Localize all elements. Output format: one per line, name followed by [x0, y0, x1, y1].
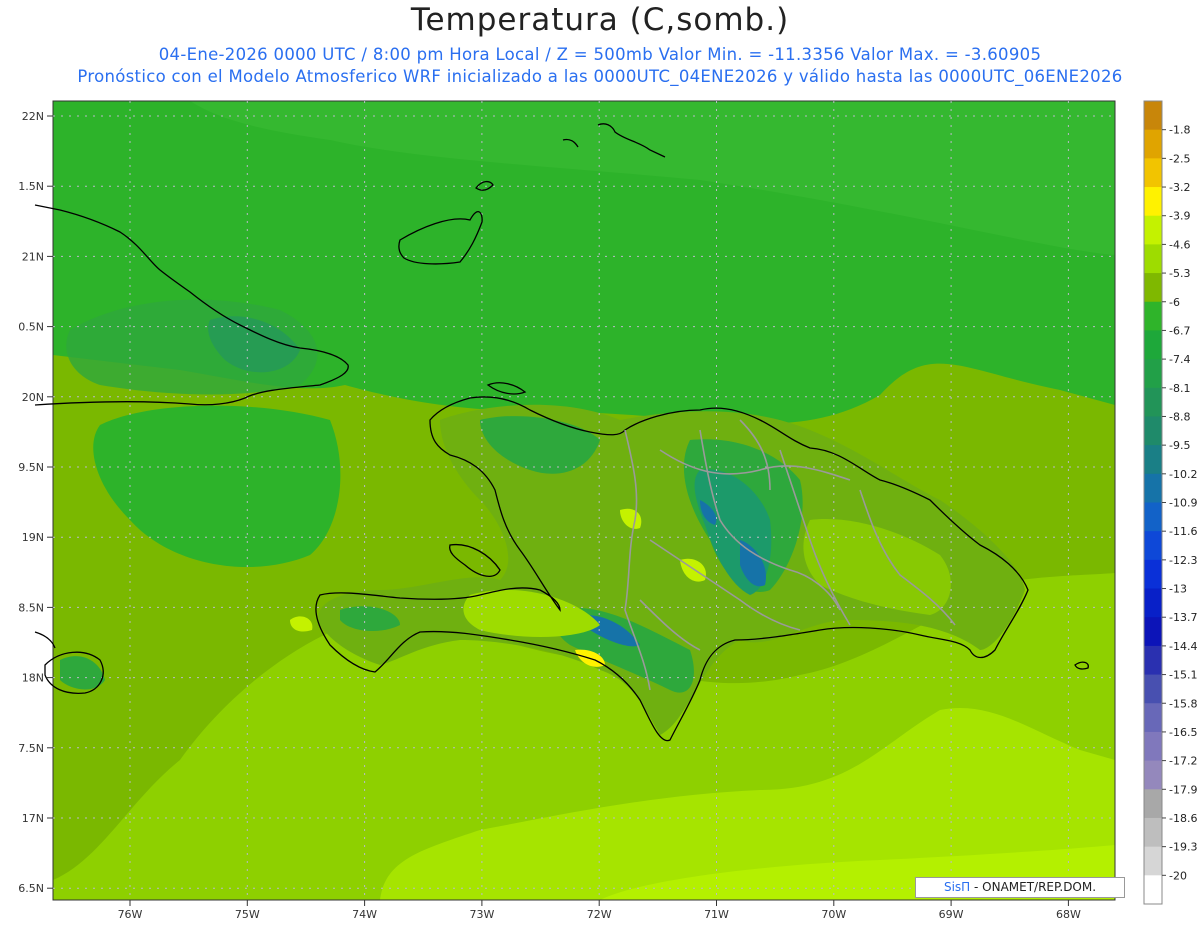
colorbar-label: -9.5 [1169, 439, 1190, 452]
colorbar-label: -8.8 [1169, 410, 1190, 423]
credit-text: - ONAMET/REP.DOM. [970, 880, 1097, 894]
colorbar-segment [1144, 645, 1162, 676]
latitude-axis: 22N 1.5N 21N 0.5N 20N 9.5N 19N 8.5N 18N 7.5N 17N 6.… [18, 110, 53, 895]
colorbar-label: -13.7 [1169, 611, 1197, 624]
colorbar-segment [1144, 875, 1162, 905]
colorbar-label: -2.5 [1169, 152, 1190, 165]
lat-tick-label: 20N [22, 391, 44, 404]
colorbar-segment [1144, 301, 1162, 331]
colorbar-segment [1144, 416, 1162, 446]
lat-tick-label: 17N [22, 812, 44, 825]
lon-tick-label: 75W [235, 908, 260, 921]
lat-tick-label: 22N [22, 110, 44, 123]
colorbar-label: -5.3 [1169, 267, 1190, 280]
colorbar-label: -20 [1169, 869, 1187, 882]
colorbar-label: -15.1 [1169, 669, 1197, 682]
colorbar-label: -11.6 [1169, 525, 1197, 538]
lon-tick-label: 68W [1056, 908, 1081, 921]
colorbar-segment [1144, 846, 1162, 876]
colorbar-segment [1144, 789, 1162, 819]
colorbar-segment [1144, 273, 1162, 303]
temperature-map: 22N 1.5N 21N 0.5N 20N 9.5N 19N 8.5N 18N 7.5N 17N 6.… [18, 100, 1197, 921]
colorbar-segment [1144, 129, 1162, 159]
colorbar-label: -6 [1169, 296, 1180, 309]
colorbar-segment [1144, 187, 1162, 217]
lon-tick-label: 73W [469, 908, 494, 921]
colorbar-segment [1144, 559, 1162, 590]
colorbar-label: -6.7 [1169, 324, 1190, 337]
colorbar-segment [1144, 473, 1162, 503]
sispi-logo: SisΠ [943, 880, 971, 894]
colorbar-segment [1144, 502, 1162, 532]
colorbar-label: -10.9 [1169, 497, 1197, 510]
lon-tick-label: 70W [821, 908, 846, 921]
lat-tick-label: 19N [22, 531, 44, 544]
lat-tick-label: 1.5N [18, 180, 44, 193]
colorbar-segment [1144, 588, 1162, 618]
colorbar-legend: -1.8 -2.5 -3.2 -3.9 -4.6 -5.3 -6 -6.7 -7.4 -8.1 -8… [1143, 100, 1197, 905]
colorbar-label: -1.8 [1169, 124, 1190, 137]
colorbar-segment [1144, 760, 1162, 790]
lon-tick-label: 71W [704, 908, 729, 921]
colorbar-label: -4.6 [1169, 238, 1190, 251]
colorbar-segment [1144, 445, 1162, 475]
colorbar-label: -3.9 [1169, 210, 1190, 223]
colorbar-label: -17.9 [1169, 783, 1197, 796]
colorbar-label: -15.8 [1169, 697, 1197, 710]
lat-tick-label: 9.5N [18, 461, 44, 474]
colorbar-label: -17.2 [1169, 755, 1197, 768]
colorbar-segment [1144, 387, 1162, 417]
lon-tick-label: 76W [118, 908, 143, 921]
colorbar-label: -19.3 [1169, 841, 1197, 854]
colorbar-segment [1144, 531, 1162, 561]
longitude-axis: 76W 75W 74W 73W 72W 71W 70W 69W 68W [118, 900, 1081, 921]
colorbar-segment [1144, 703, 1162, 733]
lat-tick-label: 21N [22, 250, 44, 263]
colorbar-label: -18.6 [1169, 812, 1197, 825]
lat-tick-label: 8.5N [18, 601, 44, 614]
lat-tick-label: 0.5N [18, 321, 44, 334]
colorbar-segment [1144, 674, 1162, 704]
colorbar-label: -14.4 [1169, 640, 1197, 653]
colorbar-label: -8.1 [1169, 382, 1190, 395]
credit-box: SisΠ - ONAMET/REP.DOM. [915, 877, 1125, 898]
colorbar-label: -16.5 [1169, 726, 1197, 739]
colorbar-label: -13 [1169, 583, 1187, 596]
colorbar-label: -10.2 [1169, 468, 1197, 481]
lat-tick-label: 7.5N [18, 742, 44, 755]
colorbar-segment [1144, 215, 1162, 245]
colorbar-segment [1144, 359, 1162, 389]
lon-tick-label: 74W [352, 908, 377, 921]
colorbar-segment [1144, 244, 1162, 274]
lat-tick-label: 6.5N [18, 882, 44, 895]
lon-tick-label: 72W [587, 908, 612, 921]
colorbar-segment [1144, 731, 1162, 762]
lat-tick-label: 18N [22, 672, 44, 685]
temperature-field [53, 101, 1115, 900]
lon-tick-label: 69W [939, 908, 964, 921]
colorbar-segment [1144, 101, 1162, 131]
colorbar-label: -3.2 [1169, 181, 1190, 194]
colorbar-segment [1144, 330, 1162, 360]
colorbar-segment [1144, 817, 1162, 848]
colorbar-segment [1144, 158, 1162, 188]
colorbar-label: -7.4 [1169, 353, 1190, 366]
colorbar-segment [1144, 617, 1162, 647]
colorbar-label: -12.3 [1169, 554, 1197, 567]
